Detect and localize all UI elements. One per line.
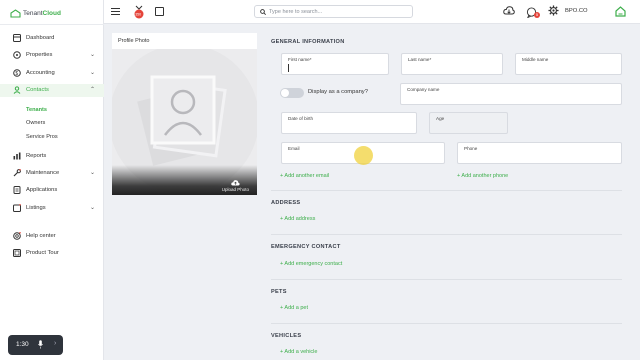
sidebar-item-reports[interactable]: Reports	[13, 150, 95, 162]
screen-recorder-widget[interactable]: 1:30 ›	[8, 335, 63, 355]
gear-icon[interactable]	[548, 5, 559, 16]
search-input[interactable]	[269, 8, 409, 16]
profile-photo-title: Profile Photo	[118, 38, 150, 44]
sidebar-subitem-service-pros[interactable]: Service Pros	[26, 134, 58, 140]
vehicles-heading: VEHICLES	[271, 333, 302, 339]
sidebar-item-maintenance[interactable]: Maintenance ⌄	[13, 167, 95, 179]
sidebar-item-listings[interactable]: Listings ⌄	[13, 202, 95, 214]
house-cloud-icon[interactable]	[614, 5, 627, 18]
search-box[interactable]	[254, 5, 413, 18]
promo-badge-icon[interactable]: 350	[133, 5, 145, 19]
cloud-upload-icon	[231, 180, 240, 186]
maintenance-icon	[13, 169, 21, 177]
click-highlight	[354, 146, 373, 165]
calendar-icon[interactable]	[155, 7, 164, 16]
company-name[interactable]: BPO.CO	[565, 8, 588, 14]
notification-count-badge: 5	[534, 12, 540, 18]
profile-photo-dropzone[interactable]: Upload Photo	[112, 49, 257, 195]
search-icon	[260, 9, 266, 15]
display-as-company-toggle[interactable]	[280, 88, 304, 98]
text-caret	[288, 64, 289, 72]
reports-icon	[13, 152, 21, 160]
top-bar: 350 5 BPO.CO	[104, 0, 640, 24]
profile-photo-card: Profile Photo Upload Photo	[112, 33, 257, 195]
last-name-field[interactable]: Last name*	[401, 53, 503, 75]
chevron-down-icon: ⌄	[89, 205, 95, 211]
sidebar: TenantCloud Dashboard Properties ⌄ $ Acc…	[0, 0, 104, 360]
sidebar-item-product-tour[interactable]: Product Tour	[13, 247, 95, 259]
notifications-button[interactable]: 5	[526, 5, 540, 19]
address-heading: ADDRESS	[271, 200, 301, 206]
help-icon	[13, 232, 21, 240]
display-as-company-label: Display as a company?	[308, 89, 368, 95]
menu-icon[interactable]	[111, 8, 120, 16]
contacts-icon	[13, 86, 21, 94]
first-name-field[interactable]: First name*	[281, 53, 389, 75]
recording-time: 1:30	[16, 341, 29, 348]
svg-text:350: 350	[135, 13, 141, 17]
sidebar-item-dashboard[interactable]: Dashboard	[13, 32, 95, 44]
sidebar-item-properties[interactable]: Properties ⌄	[13, 49, 95, 61]
age-field: Age	[429, 112, 508, 134]
accounting-icon: $	[13, 69, 21, 77]
add-emergency-contact-link[interactable]: + Add emergency contact	[280, 261, 342, 267]
company-name-field[interactable]: Company name	[400, 83, 622, 105]
properties-icon	[13, 51, 21, 59]
dashboard-icon	[13, 34, 21, 42]
sidebar-subitem-owners[interactable]: Owners	[26, 120, 45, 126]
sidebar-subitem-tenants[interactable]: Tenants	[26, 107, 47, 113]
add-vehicle-link[interactable]: + Add a vehicle	[280, 349, 317, 355]
chevron-right-icon[interactable]: ›	[54, 340, 56, 347]
emergency-contact-heading: EMERGENCY CONTACT	[271, 244, 341, 250]
add-address-link[interactable]: + Add address	[280, 216, 315, 222]
microphone-icon[interactable]	[38, 340, 43, 349]
pets-heading: PETS	[271, 289, 287, 295]
sidebar-item-help-center[interactable]: Help center	[13, 230, 95, 242]
sidebar-item-applications[interactable]: Applications	[13, 184, 95, 196]
add-another-phone-link[interactable]: + Add another phone	[457, 173, 508, 179]
add-pet-link[interactable]: + Add a pet	[280, 305, 308, 311]
house-cloud-icon	[10, 8, 21, 18]
tenantcloud-logo[interactable]: TenantCloud	[10, 7, 61, 19]
applications-icon	[13, 186, 21, 194]
middle-name-field[interactable]: Middle name	[515, 53, 622, 75]
chevron-up-icon: ⌃	[89, 87, 95, 93]
general-information-heading: GENERAL INFORMATION	[271, 39, 345, 45]
upload-photo-button[interactable]: Upload Photo	[222, 179, 249, 192]
listings-icon	[13, 204, 21, 212]
chevron-down-icon: ⌄	[89, 52, 95, 58]
chevron-down-icon: ⌄	[89, 170, 95, 176]
tour-icon	[13, 249, 21, 257]
svg-text:$: $	[15, 71, 18, 77]
chevron-down-icon: ⌄	[89, 70, 95, 76]
phone-field[interactable]: Phone	[457, 142, 622, 164]
add-another-email-link[interactable]: + Add another email	[280, 173, 329, 179]
date-of-birth-field[interactable]: Date of birth	[281, 112, 417, 134]
sidebar-item-contacts[interactable]: Contacts ⌃	[13, 84, 95, 96]
cloud-download-icon[interactable]	[503, 5, 515, 17]
sidebar-item-accounting[interactable]: $ Accounting ⌄	[13, 67, 95, 79]
